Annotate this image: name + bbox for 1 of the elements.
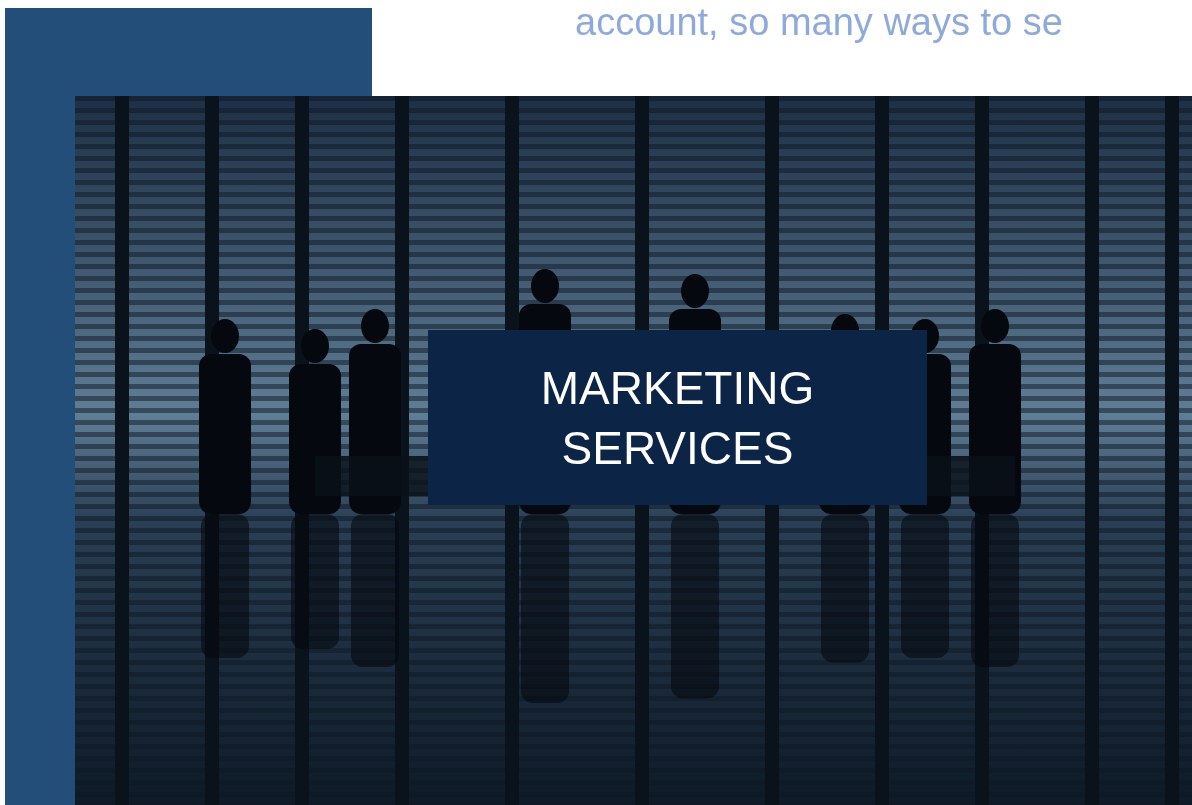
caption-title: MARKETING SERVICES <box>539 360 816 476</box>
